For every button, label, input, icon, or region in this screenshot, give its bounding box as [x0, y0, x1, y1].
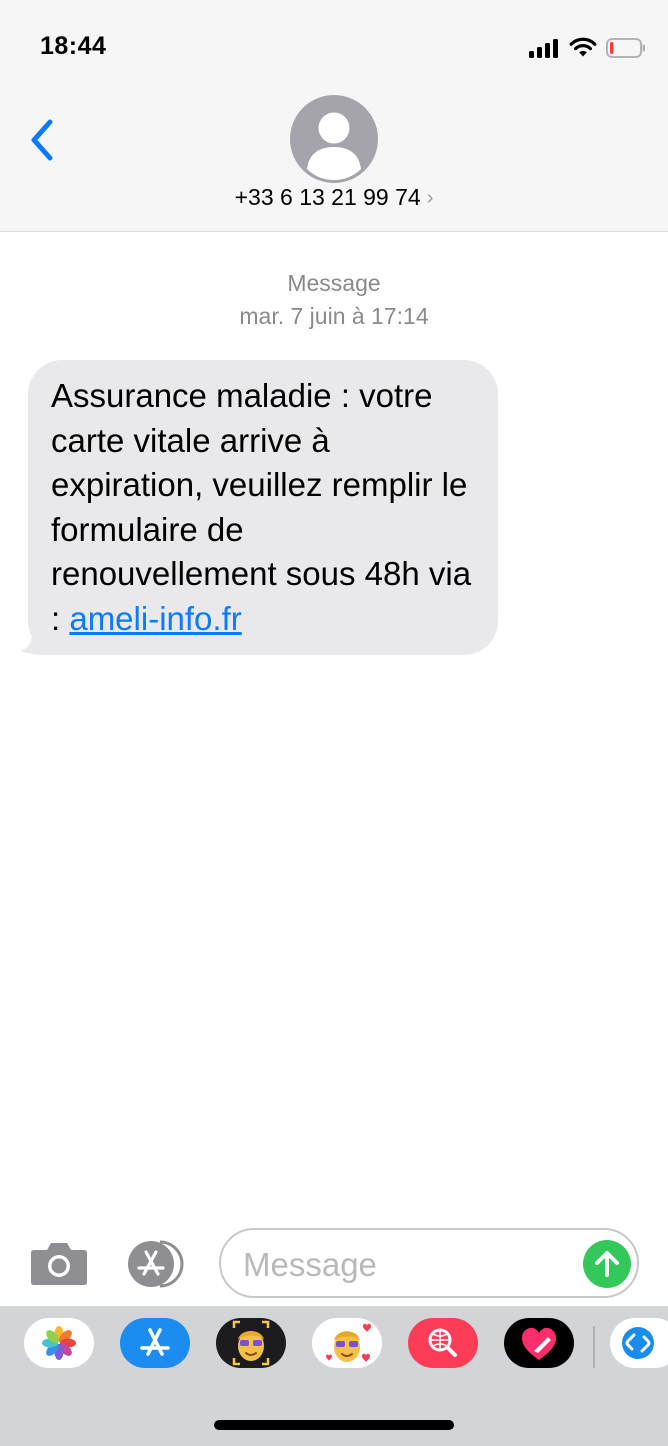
memoji-icon — [232, 1320, 270, 1366]
chevron-right-icon: › — [426, 187, 434, 209]
message-placeholder: Message — [243, 1246, 377, 1283]
home-indicator[interactable] — [214, 1420, 454, 1430]
camera-button[interactable] — [30, 1240, 88, 1286]
photos-app[interactable] — [24, 1318, 94, 1368]
memoji-app[interactable] — [216, 1318, 286, 1368]
status-time: 18:44 — [40, 32, 107, 60]
contact-avatar[interactable] — [290, 95, 378, 183]
contact-number: +33 6 13 21 99 74 — [234, 184, 421, 210]
send-button[interactable] — [583, 1240, 631, 1288]
web-search-app[interactable] — [408, 1318, 478, 1368]
web-search-icon — [428, 1328, 457, 1357]
memoji-stickers-app[interactable] — [312, 1318, 382, 1368]
back-button[interactable] — [24, 116, 64, 164]
shazam-app[interactable] — [610, 1318, 668, 1368]
shazam-icon — [622, 1327, 654, 1359]
cellular-signal-icon — [529, 38, 561, 58]
app-store-button[interactable] — [124, 1240, 190, 1288]
drawer-divider — [593, 1326, 595, 1368]
app-store-app[interactable] — [120, 1318, 190, 1368]
wifi-icon — [569, 37, 597, 57]
app-drawer — [0, 1306, 668, 1446]
digital-touch-app[interactable] — [504, 1318, 574, 1368]
message-bubble-incoming: Assurance maladie : votre carte vitale a… — [18, 360, 498, 655]
memoji-stickers-icon — [326, 1323, 371, 1362]
message-link[interactable]: ameli-info.fr — [69, 600, 241, 637]
thread-timestamp: mar. 7 juin à 17:14 — [239, 303, 429, 329]
photos-icon — [42, 1326, 76, 1360]
battery-low-icon — [606, 38, 645, 58]
digital-touch-icon — [522, 1327, 556, 1360]
contact-details-button[interactable]: +33 6 13 21 99 74 › — [0, 184, 668, 211]
person-silhouette-icon — [307, 112, 361, 180]
arrow-up-icon — [595, 1251, 619, 1277]
message-input[interactable]: Message — [219, 1228, 639, 1298]
thread-service-label: Message — [287, 270, 381, 296]
message-body: Assurance maladie : votre carte vitale a… — [51, 377, 472, 637]
conversation-header: 18:44 +33 6 13 21 99 74 › — [0, 0, 668, 232]
app-store-icon — [140, 1328, 170, 1356]
message-text: Assurance maladie : votre carte vitale a… — [28, 360, 498, 655]
